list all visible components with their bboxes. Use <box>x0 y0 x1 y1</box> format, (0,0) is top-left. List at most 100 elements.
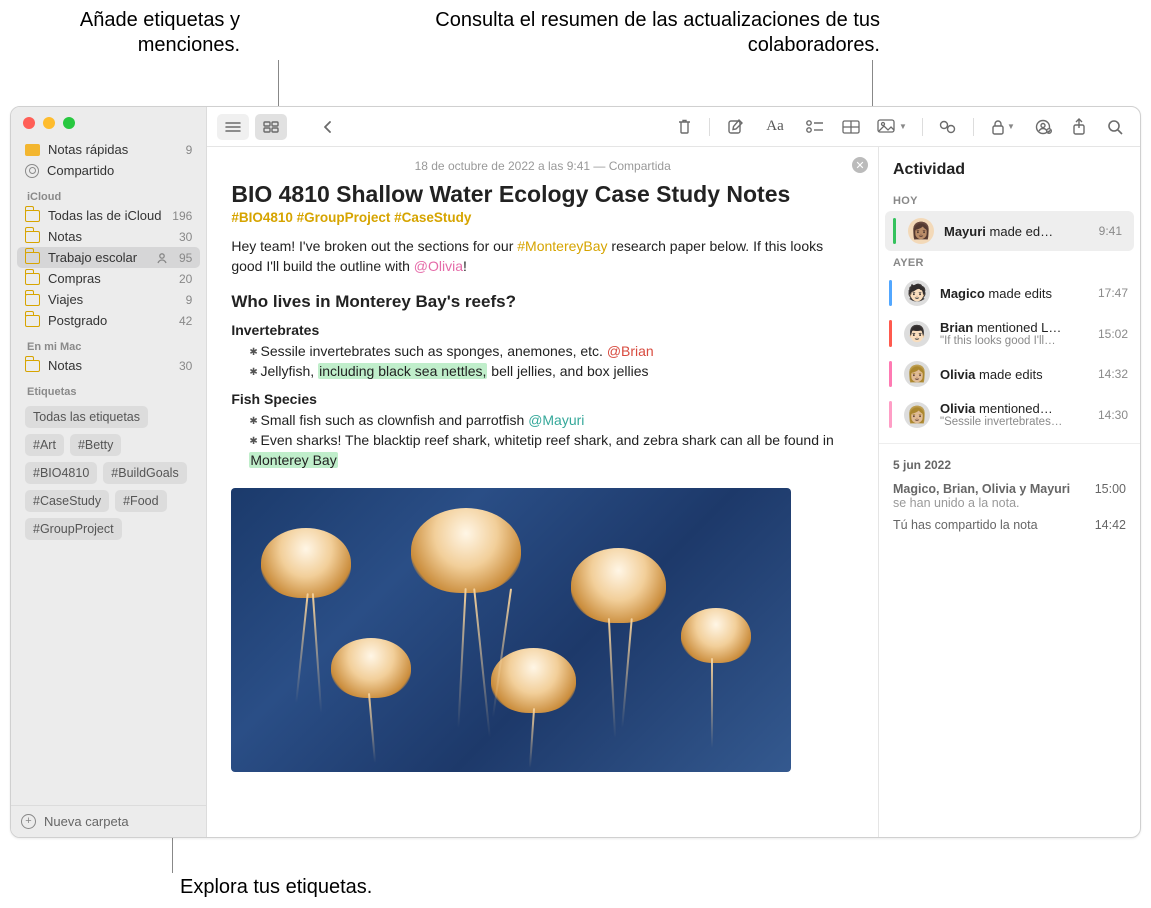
sidebar-item-folder[interactable]: Compras20 <box>17 268 200 289</box>
list-view-button[interactable] <box>217 114 249 140</box>
note-hashtags[interactable]: #BIO4810 #GroupProject #CaseStudy <box>231 210 854 225</box>
folder-icon <box>25 231 40 243</box>
table-button[interactable] <box>836 114 866 140</box>
sidebar-item-folder[interactable]: Trabajo escolar95 <box>17 247 200 268</box>
note-subheading[interactable]: Invertebrates <box>231 322 854 338</box>
mention-mayuri[interactable]: @Mayuri <box>528 412 584 428</box>
compose-icon <box>727 118 744 135</box>
note-paragraph[interactable]: Hey team! I've broken out the sections f… <box>231 237 854 276</box>
new-folder-label: Nueva carpeta <box>44 814 129 829</box>
sidebar-item-folder[interactable]: Viajes9 <box>17 289 200 310</box>
activity-section-yesterday: AYER <box>879 251 1140 273</box>
sidebar-item-shared[interactable]: Compartido <box>17 160 200 181</box>
lock-icon <box>991 119 1005 135</box>
activity-color-bar <box>889 401 892 428</box>
link-note-button[interactable] <box>933 114 963 140</box>
people-icon <box>25 164 39 178</box>
collaborate-button[interactable] <box>1028 114 1058 140</box>
media-button[interactable]: ▼ <box>872 114 912 140</box>
mention-brian[interactable]: @Brian <box>607 343 654 359</box>
note-editor[interactable]: ✕ 18 de octubre de 2022 a las 9:41 — Com… <box>207 147 878 837</box>
folder-icon <box>25 210 40 222</box>
tag-pill[interactable]: #BIO4810 <box>25 462 97 484</box>
close-window-button[interactable] <box>23 117 35 129</box>
delete-button[interactable] <box>669 114 699 140</box>
sidebar-item-label: Viajes <box>48 292 178 307</box>
new-note-button[interactable] <box>720 114 750 140</box>
link-icon <box>939 119 957 135</box>
sidebar-item-folder[interactable]: Todas las de iCloud196 <box>17 205 200 226</box>
list-item[interactable]: Sessile invertebrates such as sponges, a… <box>249 342 854 362</box>
sidebar-item-label: Notas rápidas <box>48 142 178 157</box>
back-button[interactable] <box>313 114 343 140</box>
activity-color-bar <box>889 320 892 347</box>
list-item[interactable]: Even sharks! The blacktip reef shark, wh… <box>249 431 854 470</box>
activity-panel: Actividad HOY 👩🏽 Mayuri made ed… 9:41 AY… <box>878 147 1140 837</box>
close-activity-button[interactable]: ✕ <box>852 157 868 173</box>
avatar: 🧑🏻 <box>904 280 930 306</box>
sidebar-item-quick-notes[interactable]: Notas rápidas 9 <box>17 139 200 160</box>
activity-item[interactable]: 👩🏼Olivia made edits14:32 <box>879 354 1140 394</box>
sidebar-item-count: 9 <box>186 143 193 157</box>
activity-item[interactable]: 👩🏼Olivia mentioned…"Sessile invertebrate… <box>879 394 1140 435</box>
hashtag[interactable]: #MontereyBay <box>517 238 607 254</box>
new-folder-button[interactable]: + Nueva carpeta <box>11 805 206 837</box>
list-item[interactable]: Jellyfish, including black sea nettles, … <box>249 362 854 382</box>
checklist-icon <box>806 120 824 134</box>
lock-button[interactable]: ▼ <box>984 114 1022 140</box>
activity-time: 15:02 <box>1098 327 1128 341</box>
sidebar-item-folder[interactable]: Postgrado42 <box>17 310 200 331</box>
folder-icon <box>25 252 40 264</box>
mention-olivia[interactable]: @Olivia <box>414 258 463 274</box>
share-button[interactable] <box>1064 114 1094 140</box>
tag-pill[interactable]: #CaseStudy <box>25 490 109 512</box>
shared-badge-icon <box>155 251 171 265</box>
minimize-window-button[interactable] <box>43 117 55 129</box>
avatar: 👩🏼 <box>904 361 930 387</box>
sidebar-item-folder[interactable]: Notas30 <box>17 226 200 247</box>
note-subheading[interactable]: Fish Species <box>231 391 854 407</box>
sidebar-item-folder[interactable]: Notas30 <box>17 355 200 376</box>
search-button[interactable] <box>1100 114 1130 140</box>
list-item[interactable]: Small fish such as clownfish and parrotf… <box>249 411 854 431</box>
sidebar-item-count: 42 <box>179 314 192 328</box>
sidebar: Notas rápidas 9 Compartido iCloud Todas … <box>11 107 207 837</box>
tag-pill[interactable]: #BuildGoals <box>103 462 186 484</box>
toolbar-separator <box>922 118 923 136</box>
format-button[interactable]: Aa <box>756 114 794 140</box>
tag-pill[interactable]: #Food <box>115 490 166 512</box>
tag-pill[interactable]: Todas las etiquetas <box>25 406 148 428</box>
callout-browse-tags: Explora tus etiquetas. <box>180 875 372 900</box>
sidebar-item-count: 20 <box>179 272 192 286</box>
note-meta: 18 de octubre de 2022 a las 9:41 — Compa… <box>231 159 854 173</box>
sidebar-section-header: En mi Mac <box>17 331 200 355</box>
sidebar-item-label: Trabajo escolar <box>48 250 147 265</box>
gallery-view-button[interactable] <box>255 114 287 140</box>
tag-pill[interactable]: #Betty <box>70 434 121 456</box>
note-image[interactable] <box>231 488 791 772</box>
notes-window: Notas rápidas 9 Compartido iCloud Todas … <box>10 106 1141 838</box>
main-area: Aa ▼ ▼ <box>207 107 1140 837</box>
sidebar-item-count: 196 <box>172 209 192 223</box>
activity-item[interactable]: 👩🏽 Mayuri made ed… 9:41 <box>885 211 1134 251</box>
zoom-window-button[interactable] <box>63 117 75 129</box>
activity-meta-item: Tú has compartido la nota14:42 <box>879 514 1140 536</box>
checklist-button[interactable] <box>800 114 830 140</box>
note-heading[interactable]: Who lives in Monterey Bay's reefs? <box>231 292 854 312</box>
chevron-left-icon <box>322 120 334 134</box>
search-icon <box>1107 119 1123 135</box>
tag-pill[interactable]: #GroupProject <box>25 518 122 540</box>
note-title[interactable]: BIO 4810 Shallow Water Ecology Case Stud… <box>231 181 854 208</box>
activity-time: 9:41 <box>1099 224 1122 238</box>
tag-pill[interactable]: #Art <box>25 434 64 456</box>
share-icon <box>1072 118 1086 136</box>
quick-note-icon <box>25 144 40 156</box>
folder-icon <box>25 273 40 285</box>
activity-item[interactable]: 👨🏻Brian mentioned L…"If this looks good … <box>879 313 1140 354</box>
sidebar-item-count: 30 <box>179 230 192 244</box>
callout-activity: Consulta el resumen de las actualizacion… <box>430 8 880 58</box>
avatar: 👩🏽 <box>908 218 934 244</box>
activity-color-bar <box>889 280 892 306</box>
activity-color-bar <box>893 218 896 244</box>
activity-item[interactable]: 🧑🏻Magico made edits17:47 <box>879 273 1140 313</box>
